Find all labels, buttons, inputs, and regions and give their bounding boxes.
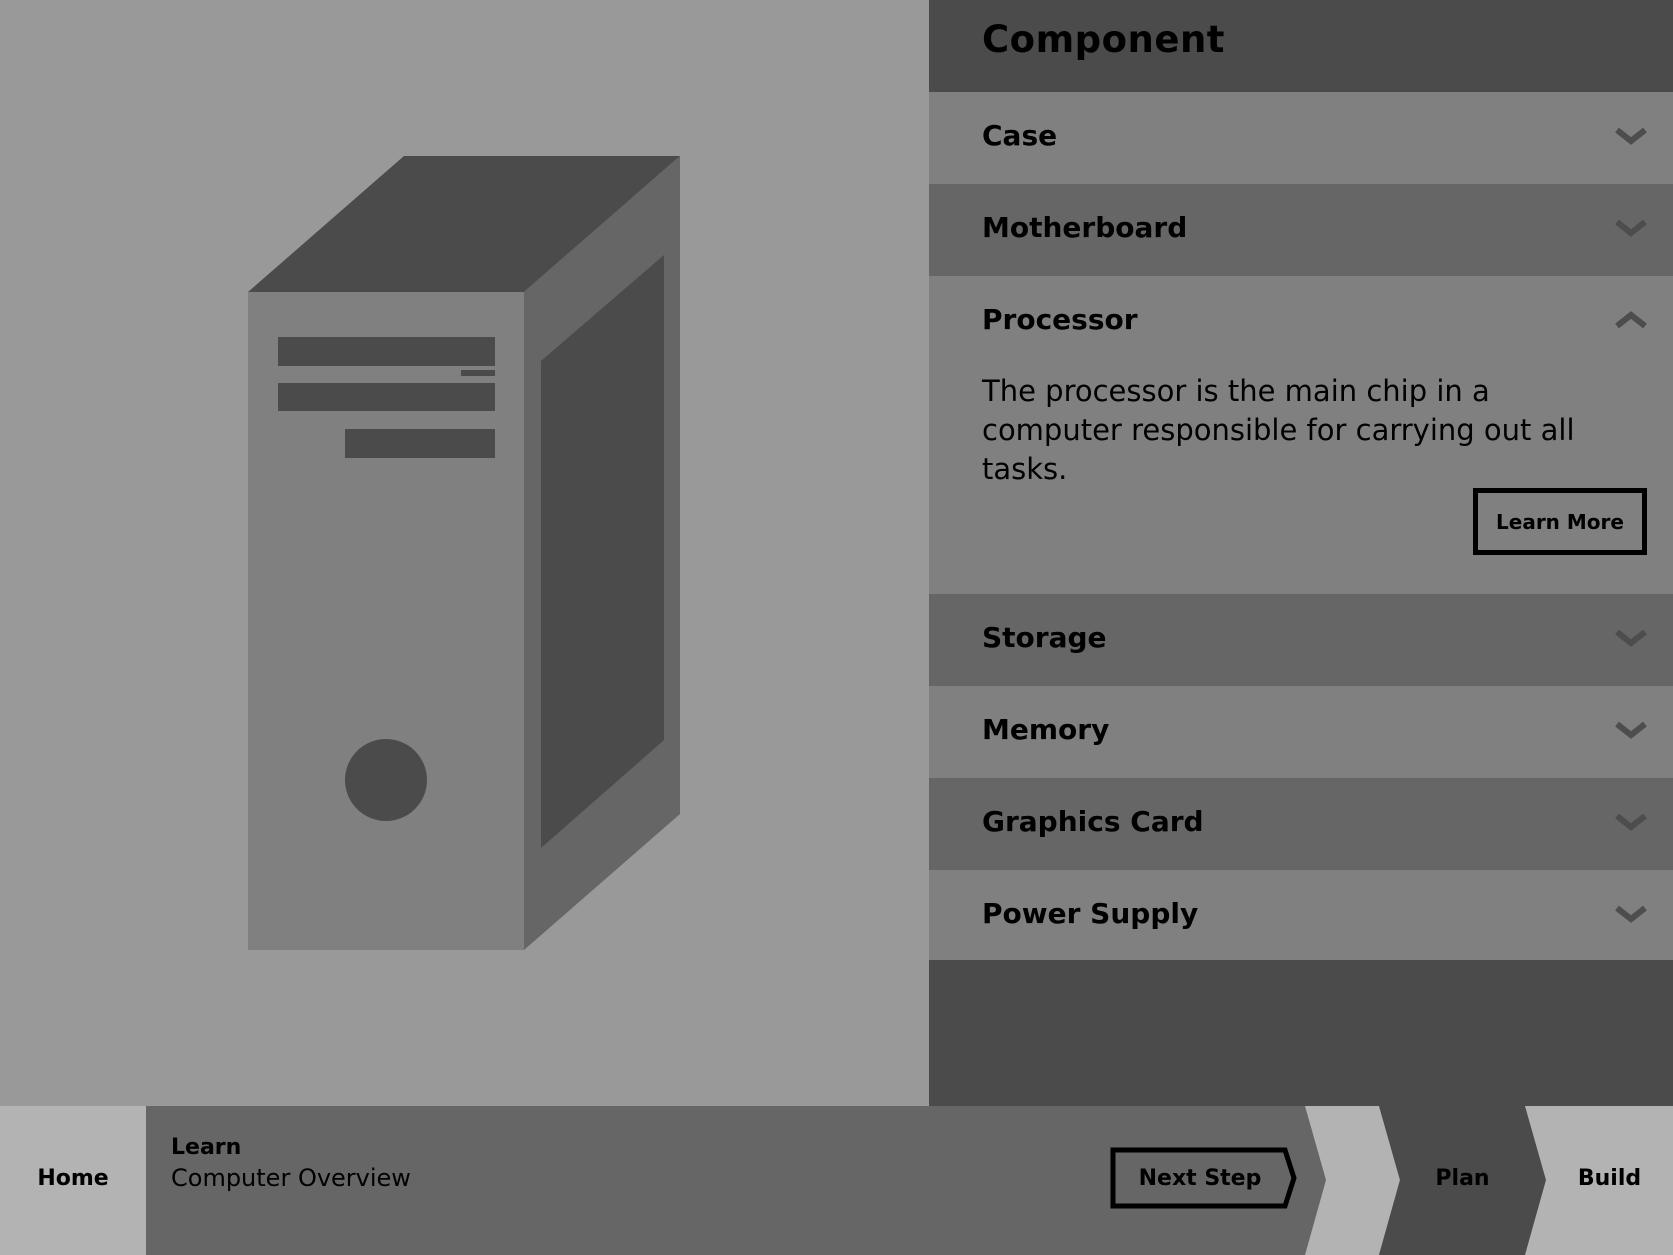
accordion-header-processor[interactable]: Processor — [929, 276, 1673, 368]
section-subtitle: Computer Overview — [171, 1164, 411, 1192]
accordion-item-case: Case — [929, 92, 1673, 184]
processor-description: The processor is the main chip in a comp… — [982, 374, 1575, 486]
build-step[interactable]: Build — [1546, 1166, 1673, 1191]
accordion-header-memory[interactable]: Memory — [929, 686, 1673, 778]
accordion-header-graphics-card[interactable]: Graphics Card — [929, 778, 1673, 870]
learn-more-button[interactable]: Learn More — [1473, 488, 1647, 555]
drive-bay-slot — [461, 370, 495, 376]
accordion-label: Storage — [982, 621, 1107, 654]
chevron-down-icon — [1615, 219, 1647, 237]
chevron-down-icon — [1615, 629, 1647, 647]
accordion-header-case[interactable]: Case — [929, 92, 1673, 184]
next-step-label: Next Step — [1138, 1166, 1262, 1191]
accordion-item-power-supply: Power Supply — [929, 870, 1673, 960]
accordion-label: Processor — [982, 303, 1138, 336]
accordion-label: Graphics Card — [982, 805, 1204, 838]
accordion-label: Motherboard — [982, 211, 1188, 244]
accordion-label: Power Supply — [982, 897, 1199, 930]
drive-bay-2 — [278, 383, 495, 411]
bottom-nav-bar: Home Learn Computer Overview Next Step P… — [0, 1106, 1673, 1255]
chevron-down-icon — [1615, 127, 1647, 145]
plan-step[interactable]: Plan — [1400, 1166, 1525, 1191]
chevron-up-icon — [1615, 311, 1647, 329]
accordion-label: Case — [982, 119, 1058, 152]
accordion-label: Memory — [982, 713, 1110, 746]
illustration-viewer — [0, 0, 929, 1106]
next-step-button[interactable]: Next Step — [1110, 1147, 1300, 1209]
accordion-item-processor: Processor The processor is the main chip… — [929, 276, 1673, 594]
power-button-shape — [345, 739, 427, 821]
accordion-item-storage: Storage — [929, 594, 1673, 686]
accordion-item-memory: Memory — [929, 686, 1673, 778]
accordion-header-power-supply[interactable]: Power Supply — [929, 870, 1673, 962]
accordion-header-motherboard[interactable]: Motherboard — [929, 184, 1673, 276]
section-title: Learn — [171, 1135, 242, 1160]
accordion-item-graphics-card: Graphics Card — [929, 778, 1673, 870]
chevron-down-icon — [1615, 721, 1647, 739]
drive-bay-3 — [345, 429, 495, 458]
accordion-header-storage[interactable]: Storage — [929, 594, 1673, 686]
computer-tower-illustration — [248, 156, 680, 950]
chevron-down-icon — [1615, 905, 1647, 923]
chevron-down-icon — [1615, 813, 1647, 831]
home-tab[interactable]: Home — [0, 1166, 146, 1191]
drive-bay-1 — [278, 337, 495, 366]
panel-title: Component — [982, 18, 1225, 61]
accordion-item-motherboard: Motherboard — [929, 184, 1673, 276]
component-panel: Component Case Motherboard Processor The… — [929, 0, 1673, 1106]
